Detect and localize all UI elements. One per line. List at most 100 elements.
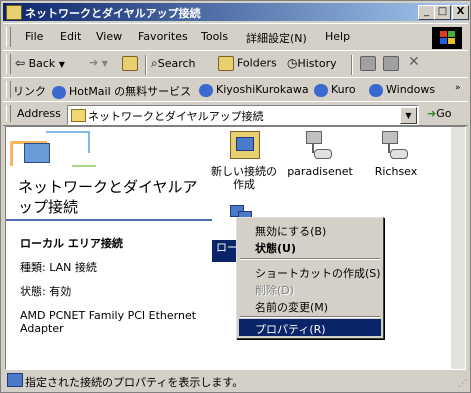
new-connection-icon — [230, 131, 260, 159]
menu-item-label: 削除(D) — [255, 284, 295, 297]
ie-page-icon — [52, 85, 66, 99]
toolbar-separator — [351, 55, 353, 75]
folder-icon — [71, 109, 86, 122]
vertical-scrollbar[interactable] — [451, 127, 465, 369]
copy-to-button[interactable] — [383, 56, 402, 71]
maximize-button[interactable]: □ — [434, 5, 451, 20]
standard-toolbar: ⇦ Back ▼ ➔ ▼ ⌕Search Folders ◷History ✕ — [3, 50, 468, 78]
back-arrow-icon: ⇦ — [15, 56, 26, 70]
status-bar: 指定された接続のプロパティを表示します。 ⋰ — [3, 371, 468, 390]
adapter-line-2: Adapter — [20, 322, 64, 335]
address-input[interactable]: ネットワークとダイヤルアップ接続 ▼ — [67, 105, 419, 125]
menu-item-rename[interactable]: 名前の変更(M) — [239, 297, 381, 314]
minimize-button[interactable]: _ — [418, 5, 435, 20]
menu-edit[interactable]: Edit — [60, 30, 81, 43]
chevron-down-icon: ▼ — [58, 60, 65, 69]
panel-divider — [6, 219, 212, 221]
move-to-button[interactable] — [360, 56, 379, 71]
menu-item-delete: 削除(D) — [239, 280, 381, 297]
link-label: HotMail の無料サービス — [69, 85, 192, 98]
menu-item-properties[interactable]: プロパティ(R) — [239, 319, 381, 336]
link-hotmail[interactable]: HotMail の無料サービス — [52, 83, 191, 99]
menu-bar: File Edit View Favorites Tools 詳細設定(N) H… — [3, 23, 468, 51]
ie-page-icon — [314, 83, 328, 97]
menu-item-label: 状態(U) — [255, 242, 296, 255]
forward-button[interactable]: ➔ ▼ — [89, 56, 108, 69]
title-bar[interactable]: ネットワークとダイヤルアップ接続 _ □ X — [3, 3, 469, 21]
link-windows[interactable]: Windows — [369, 83, 435, 97]
menu-separator — [240, 258, 380, 260]
menu-item-label: ショートカットの作成(S) — [255, 267, 381, 280]
ie-page-icon — [199, 83, 213, 97]
panel-header-graphic — [6, 127, 106, 173]
dialup-connection-icon — [380, 131, 408, 159]
menu-item-create-shortcut[interactable]: ショートカットの作成(S) — [239, 263, 381, 280]
menu-item-disable[interactable]: 無効にする(B) — [239, 221, 381, 238]
links-grip[interactable] — [6, 81, 11, 98]
icon-label: paradisenet — [287, 165, 353, 178]
link-label: Windows — [386, 83, 436, 96]
link-kuro[interactable]: Kuro — [314, 83, 356, 97]
up-folder-icon — [122, 56, 138, 71]
folder-icon[interactable] — [6, 5, 22, 20]
go-button[interactable]: ➜Go — [427, 107, 451, 120]
connection-type: 種類: LAN 接続 — [20, 261, 97, 274]
menu-tools[interactable]: Tools — [201, 30, 228, 43]
menu-help[interactable]: Help — [325, 30, 350, 43]
status-text: 指定された接続のプロパティを表示します。 — [25, 376, 244, 389]
folders-icon — [218, 56, 234, 71]
copy-to-icon — [383, 56, 399, 71]
links-title: リンク — [13, 85, 46, 98]
menu-grip[interactable] — [6, 27, 11, 47]
menu-separator — [240, 316, 380, 318]
history-button[interactable]: ◷History — [287, 56, 337, 70]
history-label: History — [297, 57, 337, 70]
address-label: Address — [17, 107, 61, 120]
icon-label: Richsex — [374, 165, 418, 178]
menu-item-label: 無効にする(B) — [255, 225, 327, 238]
menu-file[interactable]: File — [25, 30, 43, 43]
network-connections-icon — [24, 143, 50, 163]
toolbar-grip[interactable] — [6, 54, 11, 74]
window-title: ネットワークとダイヤルアップ接続 — [25, 7, 201, 20]
panel-title: ネットワークとダイヤルアップ接続 — [18, 178, 198, 216]
address-value: ネットワークとダイヤルアップ接続 — [88, 110, 264, 123]
chevron-down-icon[interactable]: ▼ — [400, 107, 417, 124]
links-chevron-icon[interactable]: » — [455, 83, 461, 93]
links-bar: リンク HotMail の無料サービス KiyoshiKurokawa Kuro… — [3, 77, 468, 102]
adapter-line-1: AMD PCNET Family PCI Ethernet — [20, 309, 197, 322]
search-icon: ⌕ — [151, 56, 158, 70]
back-label: Back — [28, 57, 56, 70]
connection-name: ローカル エリア接続 — [20, 237, 123, 250]
menu-view[interactable]: View — [96, 30, 122, 43]
delete-button[interactable]: ✕ — [408, 54, 420, 70]
address-bar: Address ネットワークとダイヤルアップ接続 ▼ ➜Go — [3, 101, 468, 126]
menu-item-label: 名前の変更(M) — [255, 301, 329, 314]
context-menu: 無効にする(B) 状態(U) ショートカットの作成(S) 削除(D) 名前の変更… — [236, 217, 384, 339]
go-arrow-icon: ➜ — [427, 107, 437, 120]
history-clock-icon: ◷ — [287, 56, 298, 70]
folders-label: Folders — [237, 56, 277, 70]
address-grip[interactable] — [6, 105, 11, 122]
menu-item-status[interactable]: 状態(U) — [239, 238, 381, 255]
search-button[interactable]: ⌕Search — [151, 56, 196, 71]
connection-status: 状態: 有効 — [20, 285, 72, 298]
close-button[interactable]: X — [452, 5, 469, 20]
back-button[interactable]: ⇦ Back ▼ — [15, 56, 65, 70]
status-computer-icon — [7, 373, 23, 387]
ie-page-icon — [369, 83, 383, 97]
up-folder-button[interactable] — [122, 56, 141, 71]
link-kiyoshikurokawa[interactable]: KiyoshiKurokawa — [199, 83, 309, 97]
icon-label: 作成 — [233, 178, 255, 191]
link-label: KiyoshiKurokawa — [216, 83, 309, 96]
delete-x-icon: ✕ — [408, 54, 420, 70]
menu-advanced[interactable]: 詳細設定(N) — [246, 30, 307, 46]
menu-item-label: プロパティ(R) — [255, 323, 326, 336]
go-label: Go — [436, 107, 452, 120]
search-label: Search — [157, 57, 196, 70]
folders-button[interactable]: Folders — [218, 56, 277, 71]
resize-grip[interactable]: ⋰ — [458, 379, 467, 389]
toolbar-separator — [145, 55, 147, 75]
move-to-icon — [360, 56, 376, 71]
menu-favorites[interactable]: Favorites — [138, 30, 188, 43]
